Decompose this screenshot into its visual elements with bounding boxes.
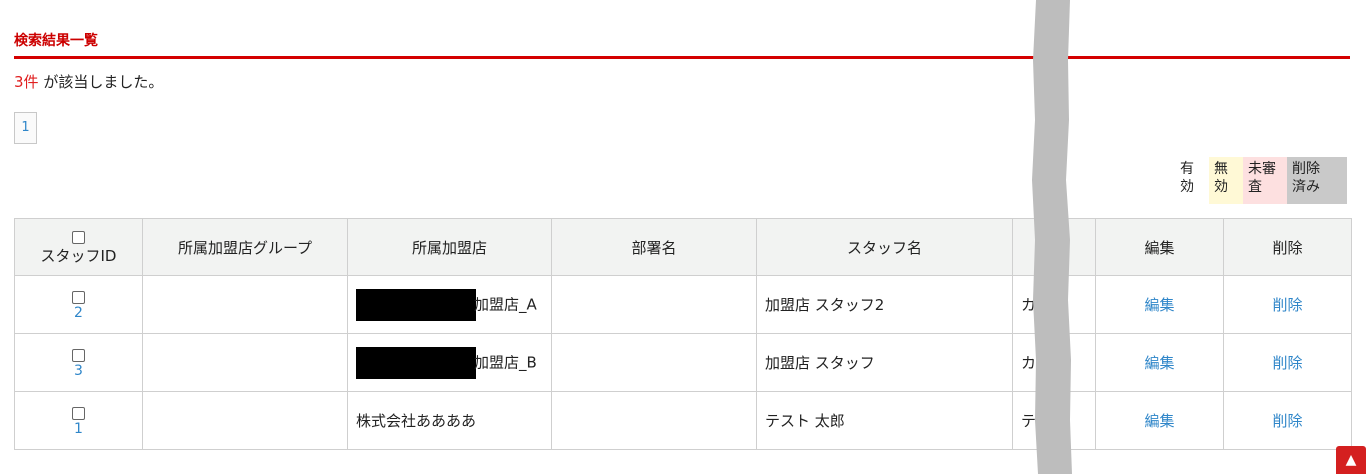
delete-link[interactable]: 削除 bbox=[1223, 275, 1352, 334]
group-cell bbox=[142, 391, 348, 450]
table-row: 2 加盟店_A 加盟店 スタッフ2 カ 編集 削除 bbox=[14, 275, 1352, 334]
result-count-number: 3件 bbox=[14, 73, 39, 91]
store-cell: 加盟店_A bbox=[347, 275, 552, 334]
redacted-block bbox=[356, 346, 476, 379]
staff-id-cell: 2 bbox=[14, 275, 143, 334]
store-cell: 株式会社ああああ bbox=[347, 391, 552, 450]
legend-valid-line1: 有 bbox=[1180, 161, 1194, 177]
legend-invalid: 無 効 bbox=[1209, 157, 1243, 204]
scroll-to-top-button[interactable]: ▲ bbox=[1336, 446, 1366, 474]
department-cell bbox=[551, 275, 757, 334]
table-row: 1 株式会社ああああ テスト 太郎 テ 編集 削除 bbox=[14, 391, 1352, 450]
legend-deleted: 削除 済み bbox=[1287, 157, 1347, 204]
result-count-text: 3件 が該当しました。 bbox=[14, 71, 163, 92]
header-delete: 削除 bbox=[1223, 218, 1352, 276]
edit-link[interactable]: 編集 bbox=[1095, 275, 1224, 334]
header-staff-name: スタッフ名 bbox=[756, 218, 1013, 276]
edit-link[interactable]: 編集 bbox=[1095, 391, 1224, 450]
staff-id-link[interactable]: 1 bbox=[15, 421, 142, 437]
arrow-up-icon: ▲ bbox=[1345, 452, 1357, 468]
header-edit: 編集 bbox=[1095, 218, 1224, 276]
staff-id-link[interactable]: 2 bbox=[15, 305, 142, 321]
delete-link[interactable]: 削除 bbox=[1223, 333, 1352, 392]
header-store: 所属加盟店 bbox=[347, 218, 552, 276]
redacted-block bbox=[356, 288, 476, 321]
group-cell bbox=[142, 275, 348, 334]
table-row: 3 加盟店_B 加盟店 スタッフ カ 編集 削除 bbox=[14, 333, 1352, 392]
legend-unreviewed: 未審 査 bbox=[1243, 157, 1287, 204]
legend-invalid-line2: 効 bbox=[1214, 179, 1228, 195]
header-staff-id-label: スタッフID bbox=[40, 246, 117, 265]
staff-name-cell: テスト 太郎 bbox=[756, 391, 1013, 450]
pagination-page-1[interactable]: 1 bbox=[14, 112, 37, 144]
staff-id-cell: 1 bbox=[14, 391, 143, 450]
row-select-checkbox[interactable] bbox=[72, 348, 85, 362]
staff-id-cell: 3 bbox=[14, 333, 143, 392]
staff-results-table: スタッフID 所属加盟店グループ 所属加盟店 部署名 スタッフ名 編集 削除 2… bbox=[14, 218, 1352, 450]
select-all-checkbox[interactable] bbox=[72, 230, 85, 244]
legend-unreviewed-line2: 査 bbox=[1248, 179, 1262, 195]
staff-name-cell: 加盟店 スタッフ2 bbox=[756, 275, 1013, 334]
staff-name-cell: 加盟店 スタッフ bbox=[756, 333, 1013, 392]
edit-link[interactable]: 編集 bbox=[1095, 333, 1224, 392]
result-count-message: が該当しました。 bbox=[38, 73, 164, 91]
legend-valid-line2: 効 bbox=[1180, 179, 1194, 195]
legend-deleted-line1: 削除 bbox=[1292, 161, 1320, 177]
header-department: 部署名 bbox=[551, 218, 757, 276]
delete-link[interactable]: 削除 bbox=[1223, 391, 1352, 450]
legend-deleted-line2: 済み bbox=[1292, 179, 1320, 195]
department-cell bbox=[551, 391, 757, 450]
row-select-checkbox[interactable] bbox=[72, 290, 85, 304]
section-title: 検索結果一覧 bbox=[14, 33, 98, 49]
store-name: 加盟店_B bbox=[474, 353, 537, 371]
redaction-overlay-band bbox=[1032, 0, 1072, 474]
legend-valid: 有 効 bbox=[1175, 157, 1209, 204]
staff-id-link[interactable]: 3 bbox=[15, 363, 142, 379]
status-legend: 有 効 無 効 未審 査 削除 済み bbox=[1175, 157, 1347, 204]
store-name: 加盟店_A bbox=[474, 295, 537, 313]
store-cell: 加盟店_B bbox=[347, 333, 552, 392]
legend-unreviewed-line1: 未審 bbox=[1248, 161, 1276, 177]
legend-invalid-line1: 無 bbox=[1214, 161, 1228, 177]
table-header-row: スタッフID 所属加盟店グループ 所属加盟店 部署名 スタッフ名 編集 削除 bbox=[14, 218, 1352, 276]
title-divider bbox=[14, 56, 1350, 59]
header-group: 所属加盟店グループ bbox=[142, 218, 348, 276]
department-cell bbox=[551, 333, 757, 392]
group-cell bbox=[142, 333, 348, 392]
row-select-checkbox[interactable] bbox=[72, 406, 85, 420]
header-staff-id: スタッフID bbox=[14, 218, 143, 276]
